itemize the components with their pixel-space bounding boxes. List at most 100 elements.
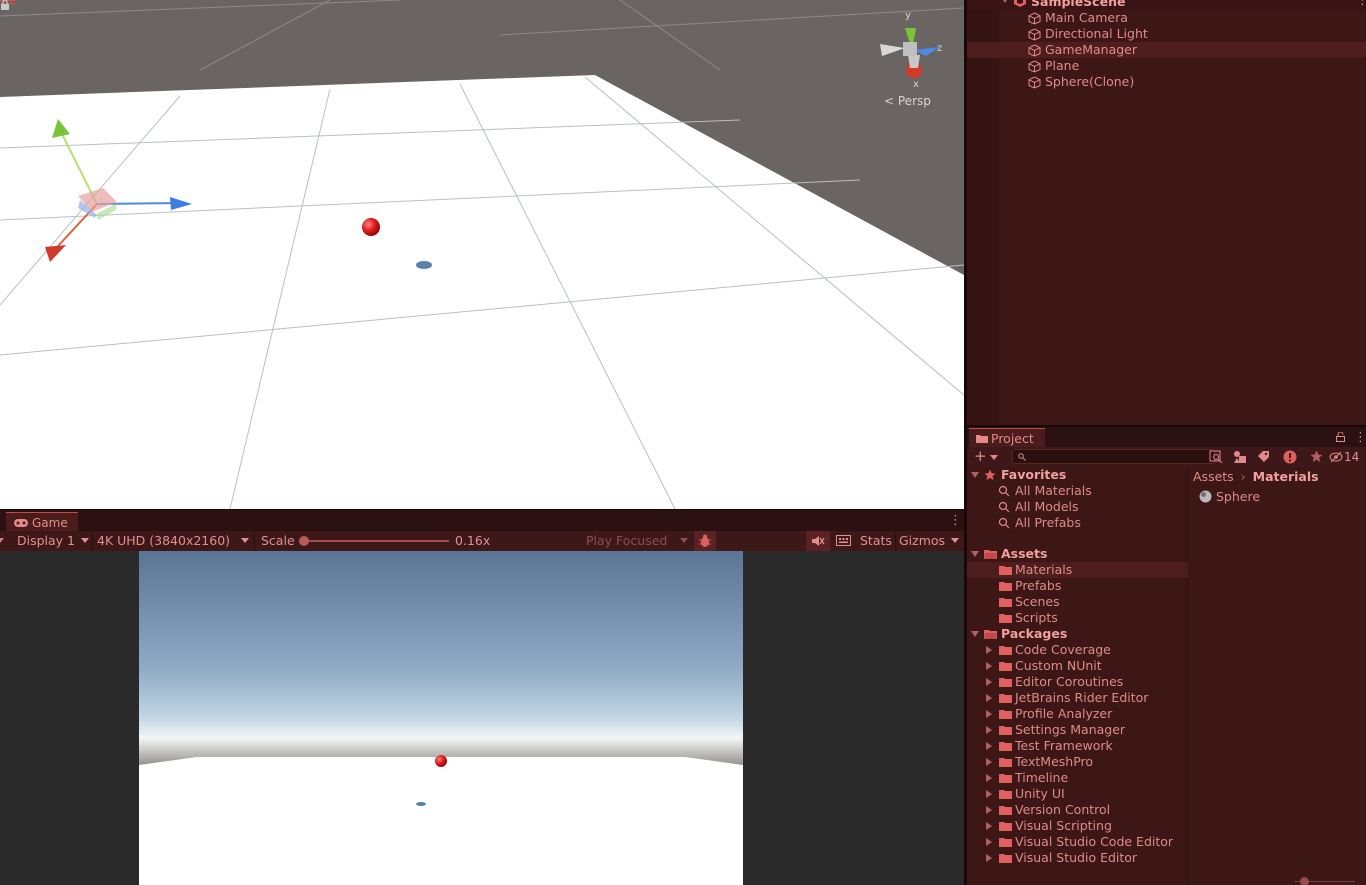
- scene-view[interactable]: y z x < Persp: [0, 0, 964, 509]
- hierarchy-item-label: Sphere(Clone): [1045, 74, 1135, 89]
- tree-label: JetBrains Rider Editor: [1015, 690, 1149, 705]
- folder-icon: [976, 435, 988, 443]
- display-label: Display 1: [17, 533, 76, 548]
- tree-folder-prefabs[interactable]: Prefabs: [967, 578, 1188, 594]
- game-more-icon[interactable]: ⋮: [949, 514, 962, 527]
- tab-game[interactable]: Game: [6, 512, 78, 532]
- tree-assets[interactable]: Assets: [967, 546, 1188, 562]
- tree-favorite-all-models[interactable]: All Models: [967, 499, 1188, 515]
- hierarchy-item-directional-light[interactable]: Directional Light: [967, 26, 1366, 42]
- stats-label: Stats: [860, 533, 892, 548]
- persp-toggle[interactable]: < Persp: [884, 94, 931, 108]
- package-expand-icon[interactable]: [986, 710, 992, 718]
- package-expand-icon[interactable]: [986, 854, 992, 862]
- stats-button[interactable]: Stats: [860, 531, 892, 551]
- package-expand-icon[interactable]: [986, 806, 992, 814]
- hierarchy-panel: SampleScene ⋮ Main Camera Directional Li…: [967, 0, 1366, 425]
- hidden-packages-icon[interactable]: [1329, 451, 1344, 463]
- tree-package-item[interactable]: Test Framework: [967, 738, 1188, 754]
- hierarchy-item-plane[interactable]: Plane: [967, 58, 1366, 74]
- tree-folder-scripts[interactable]: Scripts: [967, 610, 1188, 626]
- assets-expand-icon[interactable]: [971, 551, 979, 557]
- tab-game-label: Game: [32, 516, 68, 530]
- play-mode-dropdown[interactable]: Play Focused: [586, 531, 667, 551]
- hierarchy-item-main-camera[interactable]: Main Camera: [967, 10, 1366, 26]
- project-folder-tree: Favorites All Materials All Models All P…: [967, 467, 1188, 885]
- tree-favorites[interactable]: Favorites: [967, 467, 1188, 483]
- gameobject-cube-icon: [1028, 76, 1041, 89]
- folder-icon: [999, 742, 1012, 751]
- tree-label: Test Framework: [1015, 738, 1113, 753]
- display-dropdown[interactable]: Display 1: [17, 531, 75, 551]
- warning-filter-icon[interactable]: [1283, 450, 1297, 464]
- tree-package-item[interactable]: Visual Scripting: [967, 818, 1188, 834]
- mute-audio-button[interactable]: [806, 531, 830, 551]
- game-sphere: [435, 755, 447, 767]
- package-expand-icon[interactable]: [986, 758, 992, 766]
- tree-favorite-all-prefabs[interactable]: All Prefabs: [967, 515, 1188, 531]
- filter-by-label-icon[interactable]: [1257, 450, 1270, 463]
- favorite-star-icon[interactable]: [1310, 450, 1323, 463]
- tree-package-item[interactable]: Code Coverage: [967, 642, 1188, 658]
- breadcrumb-root[interactable]: Assets: [1193, 469, 1234, 484]
- package-expand-icon[interactable]: [986, 678, 992, 686]
- tree-package-item[interactable]: Settings Manager: [967, 722, 1188, 738]
- project-search-input[interactable]: [1012, 449, 1215, 464]
- resolution-dropdown[interactable]: 4K UHD (3840x2160): [97, 531, 230, 551]
- tree-package-item[interactable]: Visual Studio Editor: [967, 850, 1188, 866]
- tree-package-item[interactable]: Timeline: [967, 770, 1188, 786]
- tree-favorite-all-materials[interactable]: All Materials: [967, 483, 1188, 499]
- scene-canvas[interactable]: y z x: [0, 0, 964, 509]
- package-expand-icon[interactable]: [986, 662, 992, 670]
- sphere-shadow: [416, 261, 432, 269]
- tree-package-item[interactable]: Visual Studio Code Editor: [967, 834, 1188, 850]
- game-sphere-shadow: [416, 802, 426, 806]
- search-icon: [998, 517, 1010, 529]
- filter-by-type-icon[interactable]: [1233, 450, 1247, 464]
- scene-header[interactable]: SampleScene ⋮: [967, 0, 1366, 10]
- package-expand-icon[interactable]: [986, 838, 992, 846]
- favorites-expand-icon[interactable]: [971, 472, 979, 478]
- bug-icon: [699, 534, 711, 547]
- folder-icon: [999, 614, 1012, 623]
- tree-package-item[interactable]: Custom NUnit: [967, 658, 1188, 674]
- resolution-chevron-down-icon: [241, 538, 249, 543]
- tree-package-item[interactable]: Version Control: [967, 802, 1188, 818]
- gamepad-icon: [14, 519, 28, 527]
- package-expand-icon[interactable]: [986, 774, 992, 782]
- packages-expand-icon[interactable]: [971, 631, 979, 637]
- lock-icon[interactable]: [1336, 432, 1345, 442]
- game-viewport[interactable]: [139, 551, 743, 885]
- frame-debugger-button[interactable]: [694, 531, 716, 551]
- hierarchy-item-sphere-clone[interactable]: Sphere(Clone): [967, 74, 1366, 90]
- create-button[interactable]: +: [974, 447, 987, 467]
- game-panel: Game ⋮ Display 1 4K UHD (3840x2160) Scal…: [0, 509, 964, 885]
- folder-icon: [999, 774, 1012, 783]
- lock-icon[interactable]: [0, 0, 10, 10]
- package-expand-icon[interactable]: [986, 694, 992, 702]
- scale-slider-track[interactable]: [303, 540, 449, 542]
- scale-slider-handle[interactable]: [299, 536, 309, 546]
- package-expand-icon[interactable]: [986, 822, 992, 830]
- scene-more-icon[interactable]: ⋮: [1356, 0, 1366, 7]
- tree-package-item[interactable]: TextMeshPro: [967, 754, 1188, 770]
- scene-expand-icon[interactable]: [1001, 0, 1009, 3]
- tree-folder-scenes[interactable]: Scenes: [967, 594, 1188, 610]
- tree-packages[interactable]: Packages: [967, 626, 1188, 642]
- tree-package-item[interactable]: Editor Coroutines: [967, 674, 1188, 690]
- gizmos-button[interactable]: Gizmos: [899, 531, 945, 551]
- breadcrumb-current[interactable]: Materials: [1253, 469, 1319, 484]
- project-more-icon[interactable]: ⋮: [1354, 431, 1366, 444]
- icon-size-slider-handle[interactable]: [1300, 877, 1309, 885]
- search-by-type-icon[interactable]: [1209, 450, 1223, 464]
- package-expand-icon[interactable]: [986, 726, 992, 734]
- tab-project[interactable]: Project: [969, 428, 1045, 447]
- package-expand-icon[interactable]: [986, 790, 992, 798]
- tree-folder-materials[interactable]: Materials: [967, 562, 1188, 578]
- package-expand-icon[interactable]: [986, 742, 992, 750]
- tree-package-item[interactable]: JetBrains Rider Editor: [967, 690, 1188, 706]
- package-expand-icon[interactable]: [986, 646, 992, 654]
- tree-package-item[interactable]: Profile Analyzer: [967, 706, 1188, 722]
- hierarchy-item-gamemanager[interactable]: GameManager: [967, 42, 1366, 58]
- tree-package-item[interactable]: Unity UI: [967, 786, 1188, 802]
